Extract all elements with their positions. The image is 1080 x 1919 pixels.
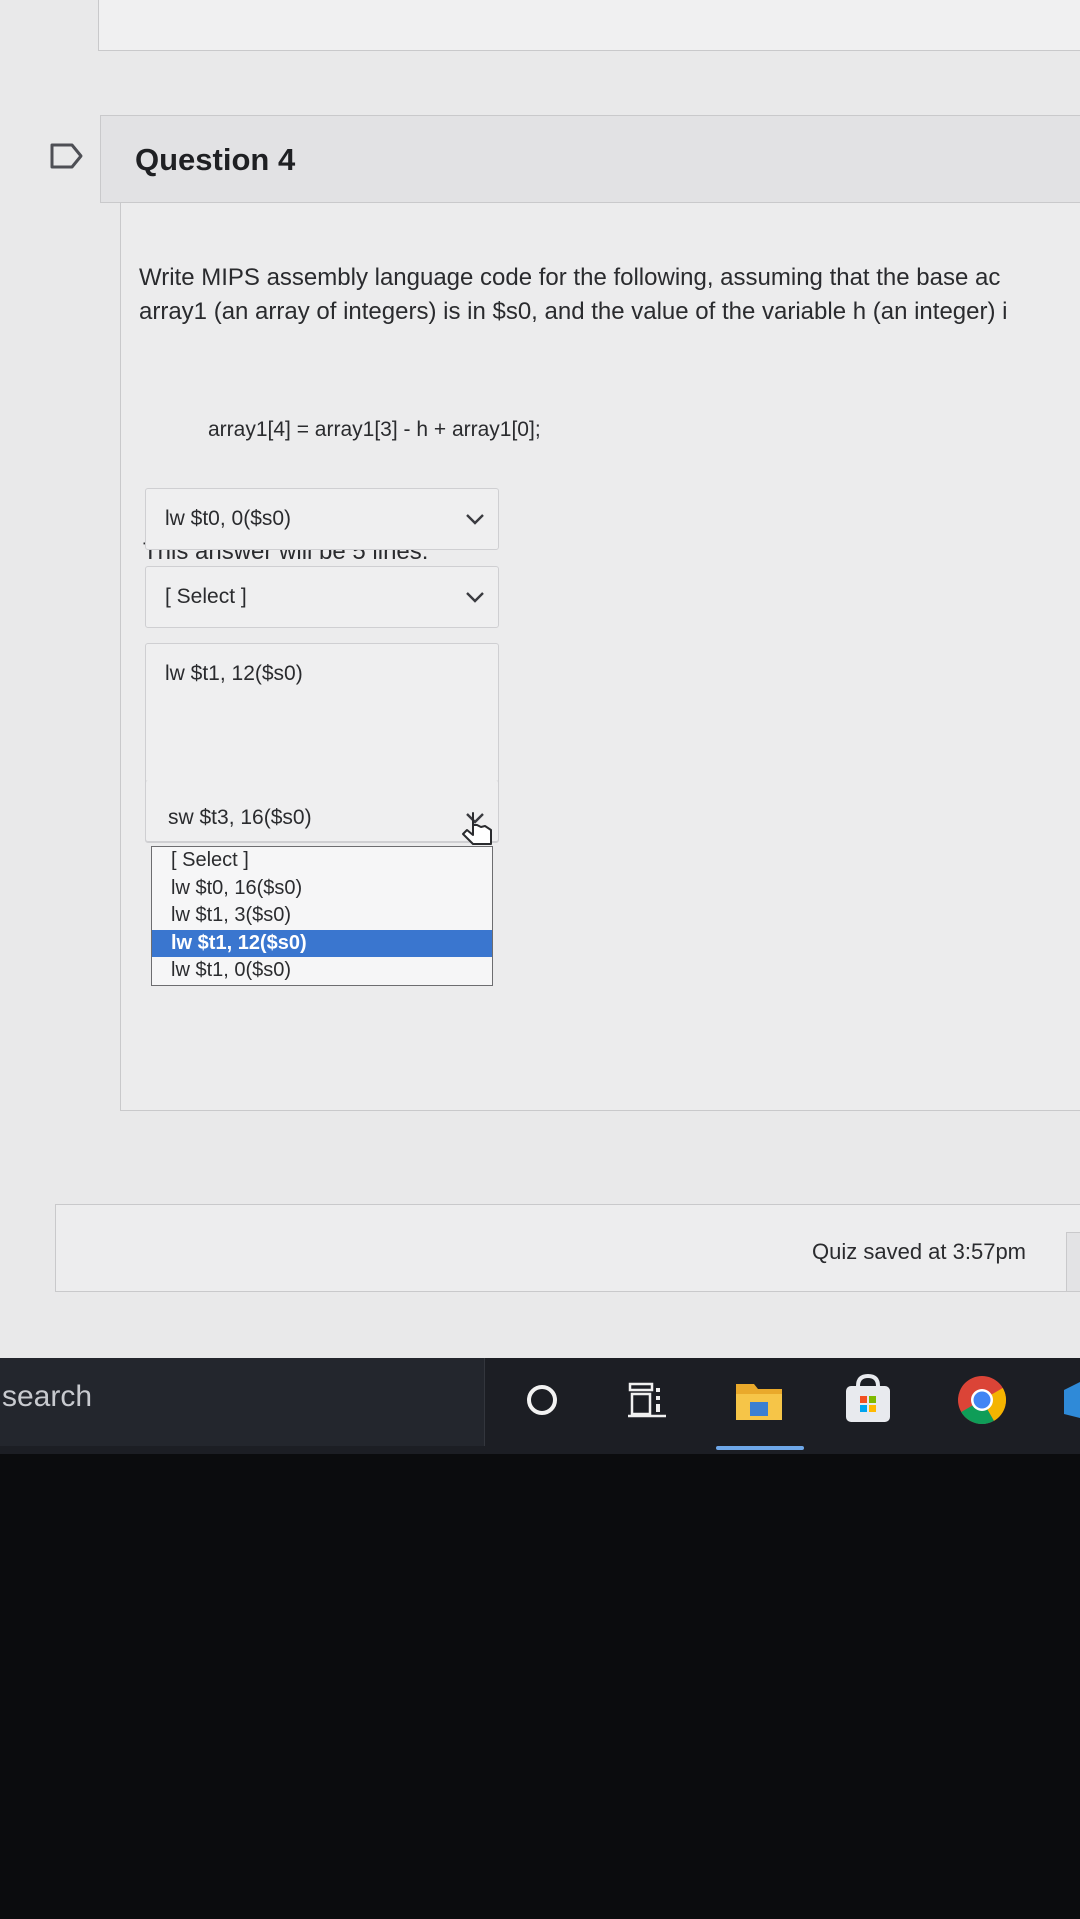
flag-question-icon[interactable] <box>50 143 84 169</box>
question-header: Question 4 <box>100 115 1080 203</box>
dropdown-value: lw $t0, 0($s0) <box>165 507 292 530</box>
code-statement: array1[4] = array1[3] - h + array1[0]; <box>208 418 541 441</box>
chrome-icon[interactable] <box>954 1372 1010 1428</box>
windows-taskbar: search <box>0 1358 1080 1454</box>
dropdown-value: sw $t3, 16($s0) <box>168 806 312 829</box>
dropdown-option[interactable]: lw $t1, 0($s0) <box>152 957 492 985</box>
quiz-footer: Quiz saved at 3:57pm <box>55 1204 1080 1292</box>
desk-surface <box>0 1454 1080 1919</box>
dropdown-value: [ Select ] <box>165 585 247 608</box>
chevron-down-icon <box>466 514 484 525</box>
dropdown-option[interactable]: [ Select ] <box>152 847 492 875</box>
submit-button-edge[interactable] <box>1066 1232 1080 1292</box>
file-explorer-icon[interactable] <box>732 1376 788 1426</box>
prompt-line-1: Write MIPS assembly language code for th… <box>139 264 1001 291</box>
question-body: Write MIPS assembly language code for th… <box>120 203 1080 1111</box>
prompt-line-2: array1 (an array of integers) is in $s0,… <box>139 298 1008 325</box>
dropdown-option[interactable]: lw $t0, 16($s0) <box>152 875 492 903</box>
mouse-pointer-icon <box>462 812 492 845</box>
question-title: Question 4 <box>135 142 296 177</box>
taskbar-search-box[interactable]: search <box>0 1358 485 1446</box>
dropdown-option-selected[interactable]: lw $t1, 12($s0) <box>152 929 492 957</box>
answer-dropdown-4[interactable]: sw $t3, 16($s0) <box>145 780 499 842</box>
active-app-indicator <box>716 1446 804 1450</box>
question-prompt: Write MIPS assembly language code for th… <box>139 261 1080 329</box>
search-placeholder: search <box>2 1380 93 1413</box>
microsoft-store-icon[interactable] <box>840 1372 896 1428</box>
quiz-page: Question 4 Write MIPS assembly language … <box>0 0 1080 1360</box>
dropdown-value: lw $t1, 12($s0) <box>165 662 303 685</box>
quiz-saved-status: Quiz saved at 3:57pm <box>812 1239 1027 1264</box>
partial-app-icon[interactable] <box>1058 1378 1080 1422</box>
previous-question-box <box>98 0 1080 51</box>
task-view-icon[interactable] <box>626 1380 670 1420</box>
answer-dropdown-1[interactable]: lw $t0, 0($s0) <box>145 488 499 550</box>
cortana-circle-icon[interactable] <box>522 1380 562 1420</box>
chevron-down-icon <box>466 592 484 603</box>
dropdown-options-list[interactable]: [ Select ] lw $t0, 16($s0) lw $t1, 3($s0… <box>151 846 493 986</box>
answer-dropdown-2[interactable]: [ Select ] <box>145 566 499 628</box>
dropdown-option[interactable]: lw $t1, 3($s0) <box>152 902 492 930</box>
